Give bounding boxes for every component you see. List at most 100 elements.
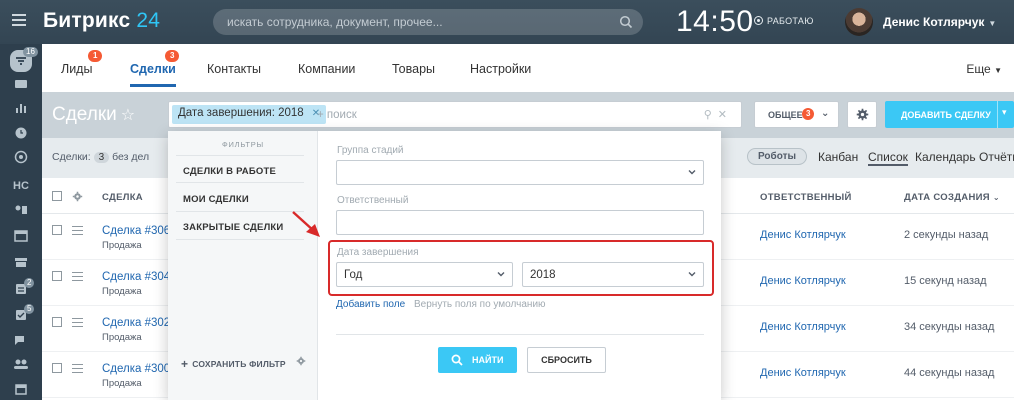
inbox-icon[interactable]: [11, 78, 31, 94]
calendar-icon[interactable]: [11, 382, 31, 398]
restore-defaults-link[interactable]: Вернуть поля по умолчанию: [414, 299, 546, 310]
tab-products[interactable]: Товары: [392, 62, 435, 76]
tab-deals[interactable]: Сделки 3: [130, 50, 180, 87]
select-all-checkbox[interactable]: [52, 191, 62, 201]
general-count-badge: 3: [802, 108, 815, 120]
stage-group-select[interactable]: [336, 160, 704, 185]
view-reports[interactable]: Отчёты: [979, 150, 1014, 164]
view-kanban[interactable]: Канбан: [818, 150, 858, 164]
preset-deals-in-work[interactable]: СДЕЛКИ В РАБОТЕ: [176, 155, 304, 183]
responsible-link[interactable]: Денис Котлярчук: [760, 229, 846, 241]
chevron-down-icon: [688, 170, 696, 175]
global-search-input[interactable]: [227, 9, 607, 35]
logo[interactable]: Битрикс 24: [43, 9, 160, 33]
search-icon[interactable]: ⚲: [704, 109, 718, 121]
row-checkbox[interactable]: [52, 363, 62, 373]
tab-leads[interactable]: Лиды 1: [61, 50, 103, 76]
responsible-link[interactable]: Денис Котлярчук: [760, 321, 846, 333]
deal-stage: Продажа: [102, 378, 142, 389]
deal-link[interactable]: Сделка #304: [102, 271, 170, 283]
avatar[interactable]: [845, 8, 873, 36]
close-date-year-select[interactable]: 2018: [522, 262, 704, 287]
deal-link[interactable]: Сделка #300: [102, 363, 170, 375]
chevron-down-icon: ▼: [988, 19, 997, 28]
tab-contacts[interactable]: Контакты: [207, 62, 261, 76]
plus-icon: +: [181, 357, 189, 371]
annotation-arrow-icon: [292, 211, 320, 237]
preset-my-deals[interactable]: МОИ СДЕЛКИ: [176, 184, 304, 212]
view-calendar[interactable]: Календарь: [915, 150, 976, 164]
deal-link[interactable]: Сделка #306: [102, 225, 170, 237]
hc-icon[interactable]: HC: [11, 180, 31, 196]
target-icon[interactable]: [11, 150, 31, 166]
filter-presets: ФИЛЬТРЫ СДЕЛКИ В РАБОТЕ МОИ СДЕЛКИ ЗАКРЫ…: [168, 131, 318, 400]
store-icon[interactable]: [11, 256, 31, 272]
reset-button[interactable]: СБРОСИТЬ: [527, 347, 606, 373]
user-menu[interactable]: Денис Котлярчук ▼: [883, 15, 996, 29]
deals-counter: Сделки: 3 без дел: [52, 151, 150, 163]
filter-search-input[interactable]: [317, 106, 697, 124]
responsible-link[interactable]: Денис Котлярчук: [760, 275, 846, 287]
group-icon[interactable]: [11, 358, 31, 374]
filter-fields: Группа стадий Ответственный Дата заверше…: [318, 131, 721, 400]
page-title: Сделки ☆: [52, 104, 136, 125]
close-date-label: Дата завершения: [337, 247, 419, 258]
filter-search-box[interactable]: Дата завершения: 2018✕ ⚲✕: [168, 101, 742, 128]
responsible-link[interactable]: Денис Котлярчук: [760, 367, 846, 379]
tab-settings[interactable]: Настройки: [470, 62, 531, 76]
row-menu-icon[interactable]: [72, 272, 83, 284]
responsible-input[interactable]: [336, 210, 704, 235]
chevron-down-icon: ⌄: [821, 108, 830, 119]
add-deal-dropdown[interactable]: [997, 101, 1014, 128]
left-sidebar: 16 HC 2 5: [0, 44, 42, 400]
chart-icon[interactable]: [11, 102, 31, 118]
row-menu-icon[interactable]: [72, 318, 83, 330]
column-created[interactable]: ДАТА СОЗДАНИЯ ⌄: [904, 192, 1000, 203]
deal-stage: Продажа: [102, 286, 142, 297]
tab-companies[interactable]: Компании: [298, 62, 355, 76]
gear-icon[interactable]: [296, 356, 306, 366]
crm-tabs: Лиды 1 Сделки 3 Контакты Компании Товары…: [42, 44, 1014, 92]
chevron-down-icon: [497, 272, 505, 277]
settings-button[interactable]: [847, 101, 877, 128]
crm-icon[interactable]: [11, 204, 31, 220]
row-checkbox[interactable]: [52, 271, 62, 281]
row-menu-icon[interactable]: [72, 226, 83, 238]
search-icon: [451, 354, 463, 366]
row-checkbox[interactable]: [52, 225, 62, 235]
deal-stage: Продажа: [102, 332, 142, 343]
row-checkbox[interactable]: [52, 317, 62, 327]
deal-link[interactable]: Сделка #302: [102, 317, 170, 329]
gear-icon[interactable]: [72, 191, 83, 202]
responsible-label: Ответственный: [337, 195, 409, 206]
add-field-link[interactable]: Добавить поле: [336, 299, 405, 310]
robots-button[interactable]: Роботы: [747, 148, 808, 165]
work-status[interactable]: РАБОТАЮ: [754, 16, 814, 26]
star-icon[interactable]: ☆: [121, 107, 135, 124]
column-responsible[interactable]: ОТВЕТСТВЕННЫЙ: [760, 192, 852, 203]
clear-icon[interactable]: ✕: [718, 109, 733, 121]
created-time: 15 секунд назад: [904, 275, 987, 287]
save-filter-button[interactable]: + СОХРАНИТЬ ФИЛЬТР: [181, 357, 286, 371]
window-icon[interactable]: [11, 230, 31, 246]
clock-icon[interactable]: [11, 126, 31, 142]
general-category-button[interactable]: ОБЩЕЕ 3 ⌄: [754, 101, 839, 128]
clock: 14:50: [676, 5, 754, 38]
row-menu-icon[interactable]: [72, 364, 83, 376]
more-tabs-button[interactable]: Еще ▼: [966, 62, 1002, 76]
chevron-down-icon: [688, 272, 696, 277]
find-button[interactable]: НАЙТИ: [438, 347, 517, 373]
column-deal[interactable]: СДЕЛКА: [102, 192, 143, 203]
tab-badge: 3: [165, 50, 180, 62]
add-deal-button[interactable]: ДОБАВИТЬ СДЕЛКУ: [885, 101, 1014, 128]
filter-chip[interactable]: Дата завершения: 2018 ✕: [172, 105, 327, 124]
tasks-badge: 2: [24, 278, 35, 288]
top-header: Битрикс 24 14:50 РАБОТАЮ Денис Котлярчук…: [0, 0, 1014, 44]
work-status-icon: [754, 16, 763, 25]
chat-icon[interactable]: [11, 334, 31, 350]
menu-icon[interactable]: [12, 14, 26, 26]
preset-closed-deals[interactable]: ЗАКРЫТЫЕ СДЕЛКИ: [176, 212, 304, 240]
search-icon[interactable]: [619, 15, 633, 29]
view-list[interactable]: Список: [868, 150, 908, 166]
close-date-period-select[interactable]: Год: [336, 262, 513, 287]
